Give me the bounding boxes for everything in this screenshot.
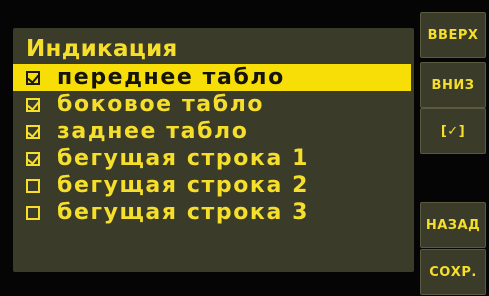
- list-item-label: бегущая строка 3: [57, 200, 310, 225]
- checkbox-unchecked-icon[interactable]: [26, 178, 40, 193]
- list-item-front-display[interactable]: переднее табло: [13, 64, 411, 91]
- toggle-check-button[interactable]: [✓]: [420, 108, 486, 154]
- save-button[interactable]: СОХР.: [420, 249, 486, 295]
- indication-list: переднее табло боковое табло заднее табл…: [13, 64, 414, 226]
- list-item-rear-display[interactable]: заднее табло: [13, 118, 414, 145]
- checkbox-checked-icon[interactable]: [26, 97, 40, 112]
- list-item-running-line-1[interactable]: бегущая строка 1: [13, 145, 414, 172]
- list-item-label: бегущая строка 1: [57, 146, 310, 171]
- back-button[interactable]: НАЗАД: [420, 202, 486, 248]
- list-item-label: заднее табло: [57, 119, 249, 144]
- checkbox-checked-icon[interactable]: [26, 151, 40, 166]
- indication-screen: Индикация переднее табло боковое табло з…: [13, 28, 414, 272]
- down-button[interactable]: ВНИЗ: [420, 62, 486, 108]
- screen-title: Индикация: [26, 36, 178, 62]
- list-item-running-line-3[interactable]: бегущая строка 3: [13, 199, 414, 226]
- checkbox-checked-icon[interactable]: [26, 70, 40, 85]
- list-item-label: боковое табло: [57, 92, 265, 117]
- list-item-running-line-2[interactable]: бегущая строка 2: [13, 172, 414, 199]
- checkbox-unchecked-icon[interactable]: [26, 205, 40, 220]
- list-item-label: бегущая строка 2: [57, 173, 310, 198]
- list-item-side-display[interactable]: боковое табло: [13, 91, 414, 118]
- list-item-label: переднее табло: [57, 65, 285, 90]
- checkbox-checked-icon[interactable]: [26, 124, 40, 139]
- up-button[interactable]: ВВЕРХ: [420, 12, 486, 58]
